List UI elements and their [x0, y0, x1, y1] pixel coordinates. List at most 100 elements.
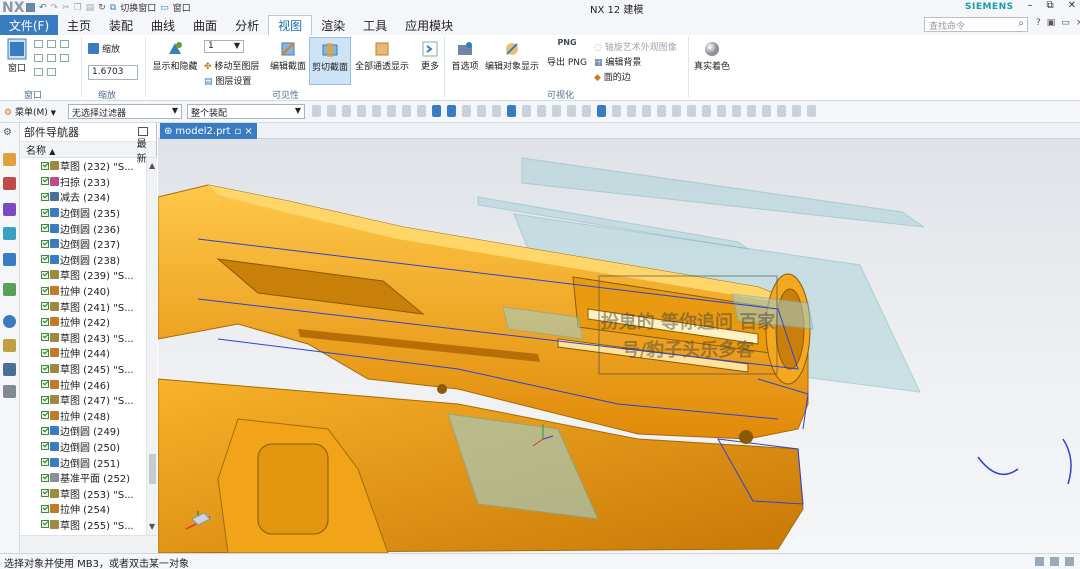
- snap-icon[interactable]: [717, 105, 726, 117]
- visibility-checkbox[interactable]: [41, 489, 49, 498]
- layout-single-icon[interactable]: [34, 40, 43, 48]
- spline-icon[interactable]: [507, 105, 516, 117]
- rotate-icon[interactable]: [687, 105, 696, 117]
- tree-node[interactable]: 拉伸 (242): [20, 314, 146, 330]
- tree-node[interactable]: 边倒圆 (249): [20, 423, 146, 439]
- tree-node[interactable]: 草图 (253) "S...: [20, 485, 146, 501]
- tree-node[interactable]: 草图 (245) "S...: [20, 361, 146, 377]
- part-navigator-icon[interactable]: [3, 203, 16, 216]
- window-icon[interactable]: ▭: [160, 3, 169, 13]
- sphere-icon[interactable]: [792, 105, 801, 117]
- tab-home[interactable]: 主页: [58, 15, 100, 35]
- switch-window-icon[interactable]: ⧉: [110, 3, 116, 13]
- tree-node[interactable]: 草图 (241) "S...: [20, 298, 146, 314]
- visibility-checkbox[interactable]: [41, 348, 49, 357]
- scroll-thumb[interactable]: [149, 454, 156, 484]
- maximize-icon[interactable]: [138, 127, 148, 136]
- layout-three-icon[interactable]: [60, 54, 69, 62]
- tree-node[interactable]: 草图 (243) "S...: [20, 330, 146, 346]
- point-icon[interactable]: [342, 105, 351, 117]
- control-point-icon[interactable]: [387, 105, 396, 117]
- window-mode-icon[interactable]: [1065, 557, 1074, 566]
- edit-object-display-button[interactable]: 编辑对象显示: [484, 40, 540, 72]
- tree-node[interactable]: 边倒圆 (238): [20, 252, 146, 268]
- settings-icon[interactable]: ⚙: [3, 127, 16, 140]
- roles-icon[interactable]: [3, 363, 16, 376]
- tab-analysis[interactable]: 分析: [226, 15, 268, 35]
- graphics-window[interactable]: 扮鬼的 等你追问 百家号/豹子头乐多客: [158, 139, 1080, 553]
- layout-cascade-icon[interactable]: [34, 68, 43, 76]
- layout-horizontal-icon[interactable]: [34, 54, 43, 62]
- restore-icon[interactable]: ⧉: [1046, 0, 1053, 11]
- layout-icon[interactable]: [672, 105, 681, 117]
- tab-curve[interactable]: 曲线: [142, 15, 184, 35]
- point-on-face-icon[interactable]: [477, 105, 486, 117]
- history-icon[interactable]: [3, 315, 16, 328]
- visibility-checkbox[interactable]: [41, 255, 49, 264]
- reuse-library-icon[interactable]: [3, 227, 16, 240]
- point-on-curve-icon[interactable]: [462, 105, 471, 117]
- tree-node[interactable]: 拉伸 (246): [20, 376, 146, 392]
- mid-point-icon[interactable]: [372, 105, 381, 117]
- visibility-checkbox[interactable]: [41, 317, 49, 326]
- window-button[interactable]: 窗口: [173, 1, 191, 14]
- fullscreen-icon[interactable]: [1050, 557, 1059, 566]
- overflow-icon[interactable]: [807, 105, 816, 117]
- visibility-checkbox[interactable]: [41, 411, 49, 420]
- window-group-button[interactable]: 窗口: [4, 38, 30, 74]
- shading-icon[interactable]: [777, 105, 786, 117]
- tab-applications[interactable]: 应用模块: [396, 15, 462, 35]
- display-icon[interactable]: [762, 105, 771, 117]
- cross-icon[interactable]: [582, 105, 591, 117]
- grip-panel[interactable]: [257, 443, 329, 535]
- tree-node[interactable]: 草图 (255) "S...: [20, 517, 146, 533]
- tree-node[interactable]: 拉伸 (254): [20, 501, 146, 517]
- pin-hole[interactable]: [739, 430, 753, 444]
- main-menu-button[interactable]: ⚙ 菜单(M) ▼: [4, 105, 56, 118]
- layer-select[interactable]: 1 ▼: [204, 40, 244, 53]
- center-icon[interactable]: [552, 105, 561, 117]
- scope-select[interactable]: 整个装配 ▼: [187, 104, 305, 119]
- pin-hole[interactable]: [437, 384, 447, 394]
- navigator-horizontal-scrollbar[interactable]: [20, 535, 157, 553]
- tree-node[interactable]: 边倒圆 (251): [20, 454, 146, 470]
- visibility-checkbox[interactable]: [41, 192, 49, 201]
- filter-icon[interactable]: [327, 105, 336, 117]
- edit-background-button[interactable]: ▦ 编辑背景: [594, 55, 641, 68]
- visibility-checkbox[interactable]: [41, 442, 49, 451]
- visibility-checkbox[interactable]: [41, 224, 49, 233]
- visibility-checkbox[interactable]: [41, 333, 49, 342]
- tree-node[interactable]: 拉伸 (244): [20, 345, 146, 361]
- solid-icon[interactable]: [642, 105, 651, 117]
- edit-section-button[interactable]: 编辑截面: [270, 40, 306, 72]
- tangent-icon[interactable]: [522, 105, 531, 117]
- visibility-checkbox[interactable]: [41, 161, 49, 170]
- tree-node[interactable]: 草图 (239) "S...: [20, 267, 146, 283]
- end-point-icon[interactable]: [357, 105, 366, 117]
- select-all-icon[interactable]: [312, 105, 321, 117]
- tab-assembly[interactable]: 装配: [100, 15, 142, 35]
- preferences-button[interactable]: 首选项: [449, 40, 481, 72]
- tree-node[interactable]: 草图 (247) "S...: [20, 392, 146, 408]
- visibility-checkbox[interactable]: [41, 520, 49, 529]
- faces-edges-button[interactable]: ◆ 面的边: [594, 70, 631, 83]
- minimize-icon[interactable]: –: [1027, 0, 1032, 11]
- process-studio-icon[interactable]: [3, 339, 16, 352]
- visibility-checkbox[interactable]: [41, 364, 49, 373]
- line-icon[interactable]: [597, 105, 606, 117]
- arc-center-icon[interactable]: [417, 105, 426, 117]
- render-icon[interactable]: [747, 105, 756, 117]
- settings-icon[interactable]: ▣: [1047, 18, 1056, 28]
- export-png-button[interactable]: PNG 导出 PNG: [546, 38, 588, 68]
- visibility-checkbox[interactable]: [41, 380, 49, 389]
- tree-node[interactable]: 基准平面 (252): [20, 470, 146, 486]
- paste-icon[interactable]: ▤: [86, 3, 95, 13]
- layout-vertical-icon[interactable]: [47, 54, 56, 62]
- visibility-checkbox[interactable]: [41, 473, 49, 482]
- scroll-down-icon[interactable]: ▼: [149, 522, 155, 531]
- redo-icon[interactable]: ↷: [51, 3, 59, 13]
- sketch-curve[interactable]: [1062, 438, 1072, 485]
- layout-four-icon[interactable]: [60, 40, 69, 48]
- sketch-curve[interactable]: [977, 456, 1019, 476]
- tab-render[interactable]: 渲染: [312, 15, 354, 35]
